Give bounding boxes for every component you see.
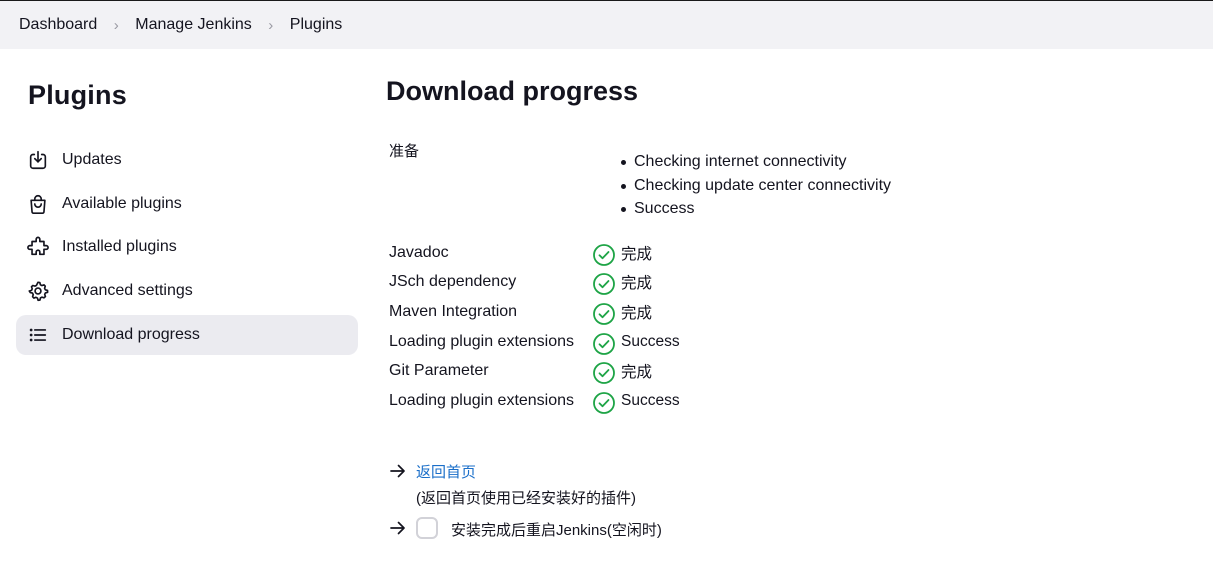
go-home-description: (返回首页使用已经安装好的插件) <box>416 490 636 507</box>
plugin-name: Loading plugin extensions <box>389 332 575 350</box>
plugin-name: Maven Integration <box>389 302 518 320</box>
sidebar-item-advanced-settings[interactable]: Advanced settings <box>16 271 358 311</box>
restart-row: 安装完成后重启Jenkins(空闲时) <box>389 517 662 540</box>
arrow-right-icon <box>389 519 407 537</box>
status-text: 完成 <box>621 245 653 263</box>
breadcrumb-manage-jenkins[interactable]: Manage Jenkins <box>135 16 252 34</box>
table-row: JSch dependency 完成 <box>389 268 680 298</box>
check-circle-icon <box>592 391 616 415</box>
table-row: Javadoc 完成 <box>389 238 680 268</box>
sidebar-nav: Updates Available plugins Installed plug… <box>16 140 358 358</box>
plugin-status-table: Javadoc 完成 JSch dependency 完成 Maven Inte… <box>389 238 680 416</box>
plugin-name: Loading plugin extensions <box>389 391 575 409</box>
check-circle-icon <box>592 302 616 326</box>
table-row: Loading plugin extensions Success <box>389 327 680 357</box>
list-icon <box>27 324 49 346</box>
arrow-right-icon <box>389 462 407 480</box>
gear-icon <box>27 280 49 302</box>
download-icon <box>27 149 49 171</box>
go-home-row: 返回首页 (返回首页使用已经安装好的插件) <box>389 461 636 508</box>
plugin-name: Git Parameter <box>389 362 489 380</box>
status-text: Success <box>621 332 680 350</box>
shopping-bag-icon <box>27 193 49 215</box>
restart-checkbox-label[interactable]: 安装完成后重启Jenkins(空闲时) <box>451 519 662 540</box>
status-text: 完成 <box>621 364 653 382</box>
status-text: 完成 <box>621 275 653 293</box>
table-row: Maven Integration 完成 <box>389 297 680 327</box>
check-circle-icon <box>592 332 616 356</box>
sidebar-item-label: Advanced settings <box>62 282 193 300</box>
list-item: Success <box>621 199 891 223</box>
list-item: Checking update center connectivity <box>621 176 891 200</box>
plugin-name: Javadoc <box>389 243 449 261</box>
sidebar-item-available-plugins[interactable]: Available plugins <box>16 184 358 224</box>
preparation-steps: Checking internet connectivity Checking … <box>621 152 891 223</box>
plugin-name: JSch dependency <box>389 273 517 291</box>
sidebar-item-label: Updates <box>62 151 122 168</box>
list-item: Checking internet connectivity <box>621 152 891 176</box>
go-home-link[interactable]: 返回首页 <box>416 461 636 482</box>
sidebar-item-label: Installed plugins <box>62 238 177 256</box>
chevron-right-icon: › <box>268 16 274 34</box>
status-text: 完成 <box>621 304 653 322</box>
status-text: Success <box>621 391 680 409</box>
sidebar-item-download-progress[interactable]: Download progress <box>16 314 358 355</box>
sidebar-item-label: Available plugins <box>62 194 182 212</box>
check-circle-icon <box>592 243 616 267</box>
check-circle-icon <box>592 361 616 385</box>
page-title: Download progress <box>386 76 639 106</box>
restart-checkbox[interactable] <box>416 517 438 539</box>
table-row: Loading plugin extensions Success <box>389 386 680 416</box>
breadcrumb-plugins[interactable]: Plugins <box>290 16 342 34</box>
sidebar-item-installed-plugins[interactable]: Installed plugins <box>16 227 358 267</box>
chevron-right-icon: › <box>113 16 119 34</box>
sidebar-title: Plugins <box>28 80 127 110</box>
puzzle-icon <box>27 236 49 258</box>
sidebar-item-updates[interactable]: Updates <box>16 140 358 180</box>
check-circle-icon <box>592 272 616 296</box>
table-row: Git Parameter 完成 <box>389 356 680 386</box>
breadcrumb: Dashboard › Manage Jenkins › Plugins <box>0 0 1213 49</box>
sidebar-item-label: Download progress <box>62 325 200 343</box>
preparation-label: 准备 <box>389 143 420 160</box>
breadcrumb-dashboard[interactable]: Dashboard <box>19 16 97 34</box>
